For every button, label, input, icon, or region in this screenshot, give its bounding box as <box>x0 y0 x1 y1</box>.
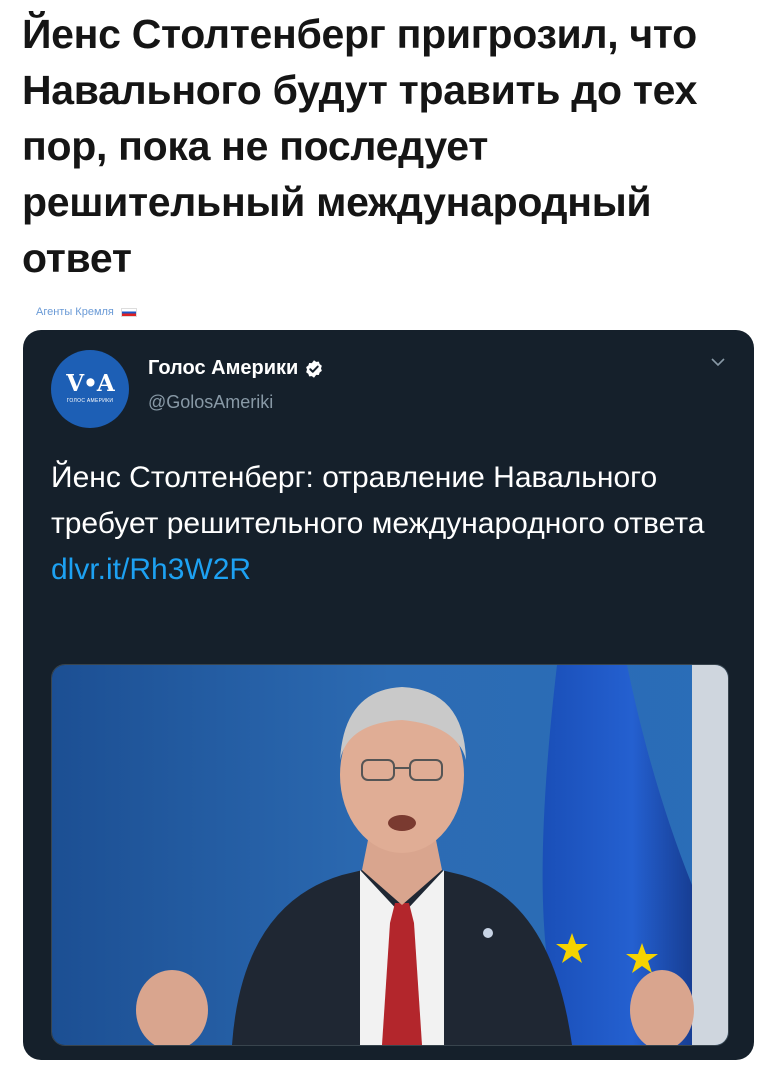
chevron-down-icon[interactable] <box>710 356 726 368</box>
source-label[interactable]: Агенты Кремля <box>36 306 137 318</box>
avatar[interactable]: V•A ГОЛОС АМЕРИКИ <box>51 350 129 428</box>
avatar-caption: ГОЛОС АМЕРИКИ <box>66 398 114 404</box>
tweet-text: Йенс Столтенберг: отравление Навального … <box>51 455 731 593</box>
press-conference-photo <box>52 665 728 1045</box>
verified-badge-icon <box>306 359 323 378</box>
tweet-body: Йенс Столтенберг: отравление Навального … <box>51 461 705 540</box>
avatar-logo: V•A <box>66 370 114 397</box>
embedded-tweet[interactable]: V•A ГОЛОС АМЕРИКИ Голос Америки @GolosAm… <box>23 330 754 1060</box>
source-name: Агенты Кремля <box>36 306 114 318</box>
author-name-text: Голос Америки <box>148 357 299 379</box>
author-name[interactable]: Голос Америки <box>148 357 324 380</box>
tweet-link[interactable]: dlvr.it/Rh3W2R <box>51 547 731 593</box>
author-handle[interactable]: @GolosAmeriki <box>148 392 273 413</box>
tweet-photo[interactable] <box>51 664 729 1046</box>
russia-flag-icon <box>120 307 137 317</box>
headline: Йенс Столтенберг пригрозил, что Навально… <box>22 11 698 281</box>
